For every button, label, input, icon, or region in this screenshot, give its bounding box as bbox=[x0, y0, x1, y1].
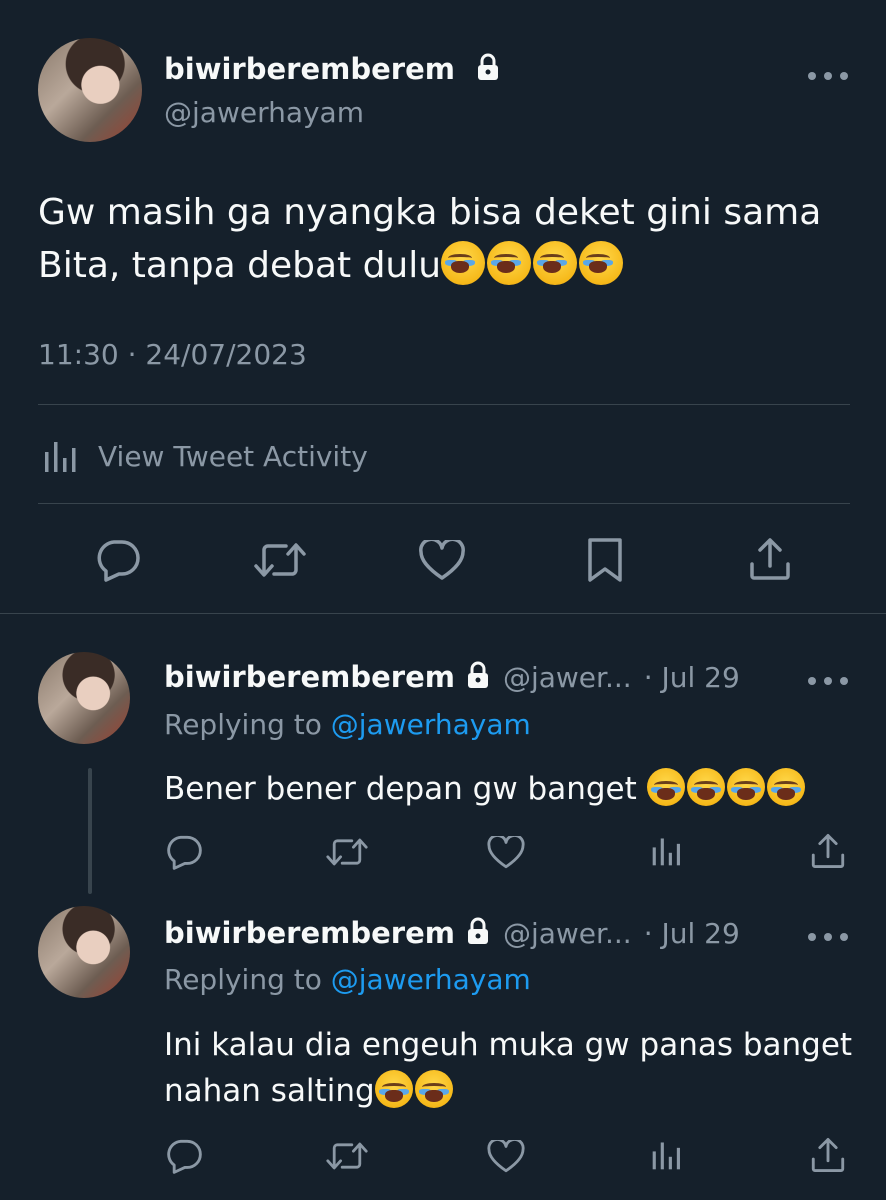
like-heart-icon[interactable] bbox=[418, 540, 466, 582]
reply1-share-icon[interactable] bbox=[810, 832, 846, 870]
main-tweet-display-name[interactable]: biwirberemberem bbox=[164, 52, 501, 88]
divider-1 bbox=[38, 404, 850, 405]
reply1-reply-icon[interactable] bbox=[164, 834, 204, 870]
bookmark-icon[interactable] bbox=[586, 536, 624, 584]
main-tweet-text-line2: Bita, tanpa debat dulu bbox=[38, 239, 858, 292]
divider-3 bbox=[0, 613, 886, 614]
reply2-like-heart-icon[interactable] bbox=[486, 1140, 526, 1174]
reply1-display-name[interactable]: biwirberemberem bbox=[164, 660, 455, 694]
reply1-replying-to: Replying to @jawerhayam bbox=[164, 708, 531, 741]
protected-lock-icon bbox=[465, 661, 491, 693]
display-name-text: biwirberemberem bbox=[164, 52, 455, 86]
reply2-more-dots-icon[interactable] bbox=[806, 928, 850, 947]
protected-lock-icon bbox=[465, 917, 491, 949]
loudly-crying-face-emoji bbox=[414, 1070, 453, 1108]
loudly-crying-face-emoji bbox=[579, 241, 624, 285]
reply2-analytics-icon[interactable] bbox=[650, 1138, 684, 1172]
reply1-text-content: Bener bener depan gw banget bbox=[164, 771, 647, 807]
reply1-like-heart-icon[interactable] bbox=[486, 836, 526, 870]
reply2-header: biwirberemberem @jawer... · Jul 29 bbox=[164, 916, 740, 950]
reply1-text: Bener bener depan gw banget bbox=[164, 766, 807, 812]
reply1-avatar[interactable] bbox=[38, 652, 130, 744]
loudly-crying-face-emoji bbox=[686, 768, 725, 806]
main-tweet-handle[interactable]: @jawerhayam bbox=[164, 96, 364, 129]
reply2-display-name[interactable]: biwirberemberem bbox=[164, 916, 455, 950]
reply2-reply-icon[interactable] bbox=[164, 1138, 204, 1174]
reply2-replying-to: Replying to @jawerhayam bbox=[164, 963, 531, 996]
reply2-avatar[interactable] bbox=[38, 906, 130, 998]
reply2-text-line2: nahan salting bbox=[164, 1073, 375, 1109]
view-tweet-activity-label: View Tweet Activity bbox=[98, 439, 368, 473]
loudly-crying-face-emoji bbox=[374, 1070, 413, 1108]
more-dots-icon[interactable] bbox=[806, 58, 850, 88]
main-tweet-text: Gw masih ga nyangka bisa deket gini sama… bbox=[38, 186, 858, 292]
loudly-crying-face-emoji bbox=[766, 768, 805, 806]
main-tweet-text-line2-content: Bita, tanpa debat dulu bbox=[38, 245, 442, 286]
protected-lock-icon bbox=[475, 53, 501, 88]
reply2-text: Ini kalau dia engeuh muka gw panas bange… bbox=[164, 1022, 852, 1114]
reply-icon[interactable] bbox=[94, 538, 142, 582]
reply2-date[interactable]: · Jul 29 bbox=[644, 917, 740, 950]
reply1-analytics-icon[interactable] bbox=[650, 834, 684, 868]
reply1-handle[interactable]: @jawer... bbox=[503, 661, 632, 694]
replying-to-handle-link[interactable]: @jawerhayam bbox=[331, 708, 531, 741]
loudly-crying-face-emoji bbox=[487, 241, 532, 285]
reply2-handle[interactable]: @jawer... bbox=[503, 917, 632, 950]
reply1-date[interactable]: · Jul 29 bbox=[644, 661, 740, 694]
divider-2 bbox=[38, 503, 850, 504]
share-icon[interactable] bbox=[748, 536, 792, 582]
view-tweet-activity-button[interactable]: View Tweet Activity bbox=[42, 436, 368, 476]
reply2-retweet-icon[interactable] bbox=[326, 1140, 368, 1172]
loudly-crying-face-emoji bbox=[441, 241, 486, 285]
reply1-more-dots-icon[interactable] bbox=[806, 672, 850, 691]
reply2-share-icon[interactable] bbox=[810, 1136, 846, 1174]
reply1-thread-line bbox=[88, 768, 92, 894]
reply1-header: biwirberemberem @jawer... · Jul 29 bbox=[164, 660, 740, 694]
loudly-crying-face-emoji bbox=[533, 241, 578, 285]
retweet-icon[interactable] bbox=[254, 540, 306, 580]
reply2-text-line1: Ini kalau dia engeuh muka gw panas bange… bbox=[164, 1027, 853, 1063]
loudly-crying-face-emoji bbox=[646, 768, 685, 806]
main-tweet-text-line1: Gw masih ga nyangka bisa deket gini sama bbox=[38, 192, 822, 233]
tweet-timestamp[interactable]: 11:30 · 24/07/2023 bbox=[38, 338, 307, 371]
main-tweet-avatar[interactable] bbox=[38, 38, 142, 142]
replying-to-label: Replying to bbox=[164, 963, 322, 996]
replying-to-label: Replying to bbox=[164, 708, 322, 741]
reply1-retweet-icon[interactable] bbox=[326, 836, 368, 868]
analytics-bar-icon bbox=[42, 438, 80, 474]
reply2-text-line2-wrap: nahan salting bbox=[164, 1068, 852, 1114]
replying-to-handle-link[interactable]: @jawerhayam bbox=[331, 963, 531, 996]
loudly-crying-face-emoji bbox=[726, 768, 765, 806]
